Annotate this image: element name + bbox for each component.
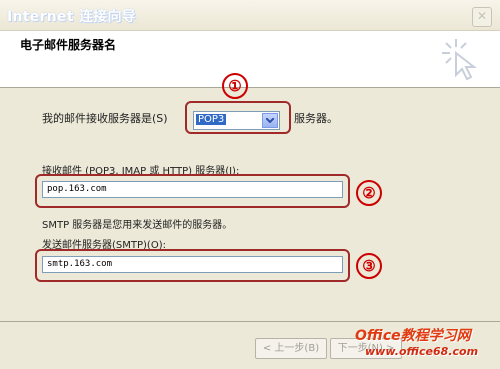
incoming-type-label: 我的邮件接收服务器是(S)	[42, 112, 168, 125]
chevron-down-icon	[266, 118, 274, 123]
incoming-type-select[interactable]: POP3	[193, 111, 280, 130]
close-icon: ✕	[476, 9, 488, 23]
outgoing-server-input[interactable]: smtp.163.com	[42, 256, 343, 273]
wizard-cursor-icon	[442, 39, 477, 81]
title-bar: Internet 连接向导 ✕	[0, 0, 500, 31]
wizard-header: 电子邮件服务器名	[0, 31, 500, 88]
annotation-number-3: ③	[356, 253, 382, 279]
annotation-number-1: ①	[222, 73, 248, 99]
page-title: 电子邮件服务器名	[20, 38, 117, 52]
close-button[interactable]: ✕	[472, 7, 492, 27]
window-title: Internet 连接向导	[7, 9, 137, 25]
watermark-url: www.office68.com	[365, 345, 479, 358]
watermark: Office教程学习网 www.office68.com	[355, 325, 495, 365]
incoming-type-value: POP3	[196, 114, 227, 125]
watermark-brand: Office教程学习网	[355, 328, 471, 344]
smtp-description: SMTP 服务器是您用来发送邮件的服务器。	[42, 220, 233, 231]
annotation-number-2: ②	[356, 180, 382, 206]
incoming-server-input[interactable]: pop.163.com	[42, 181, 343, 198]
back-button[interactable]: < 上一步(B)	[255, 338, 327, 359]
incoming-type-suffix: 服务器。	[294, 112, 338, 125]
dropdown-button[interactable]	[262, 113, 278, 128]
